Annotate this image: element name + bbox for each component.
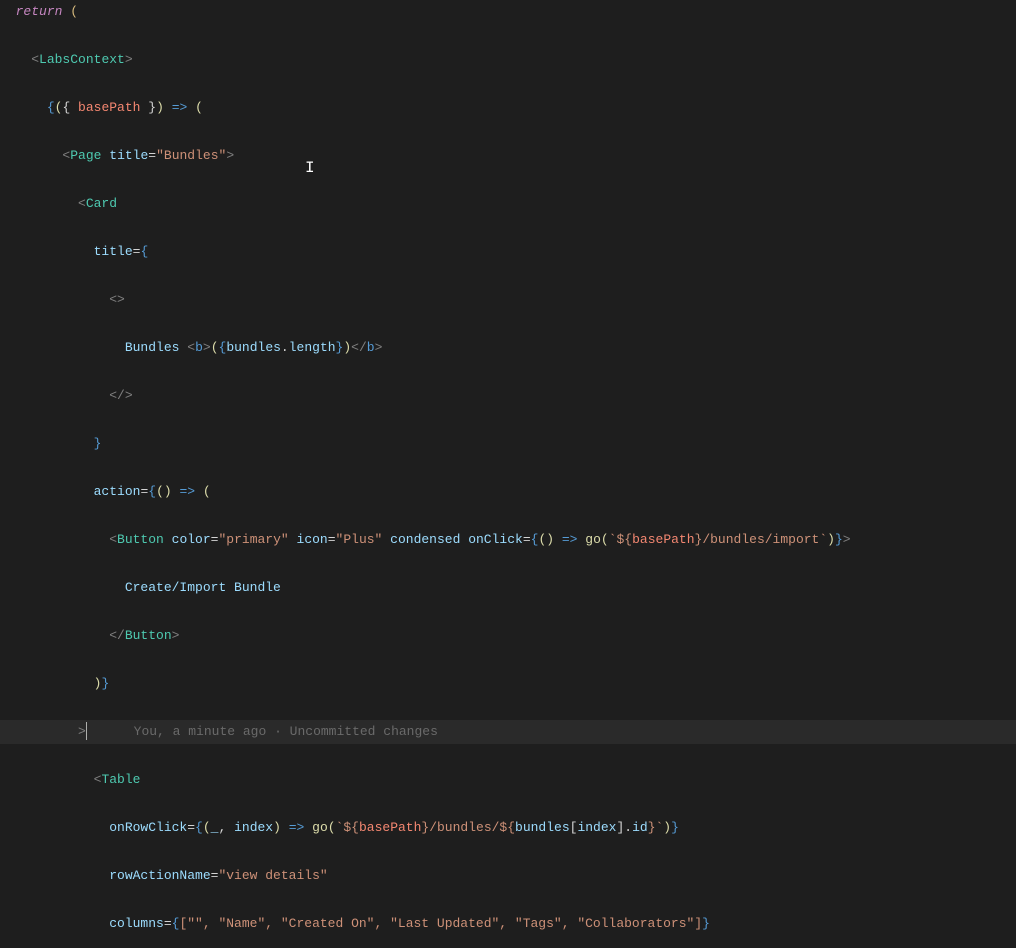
code-line[interactable]: <Card [0,192,1016,216]
code-line[interactable]: } [0,432,1016,456]
code-line[interactable]: title={ [0,240,1016,264]
code-line[interactable]: return ( [0,0,1016,24]
code-line[interactable]: <Table [0,768,1016,792]
code-line[interactable]: columns={["", "Name", "Created On", "Las… [0,912,1016,936]
code-line[interactable]: </> [0,384,1016,408]
code-line[interactable]: onRowClick={(_, index) => go(`${basePath… [0,816,1016,840]
code-line[interactable]: <> [0,288,1016,312]
code-line[interactable]: <Page title="Bundles"> [0,144,1016,168]
code-line[interactable]: action={() => ( [0,480,1016,504]
code-editor[interactable]: return ( <LabsContext> {({ basePath }) =… [0,0,1016,948]
code-line[interactable]: Create/Import Bundle [0,576,1016,600]
git-blame-annotation: You, a minute ago · Uncommitted changes [134,724,438,739]
code-line[interactable]: </Button> [0,624,1016,648]
code-line[interactable]: Bundles <b>({bundles.length})</b> [0,336,1016,360]
text-caret [86,722,87,740]
code-line[interactable]: )} [0,672,1016,696]
code-line[interactable]: <Button color="primary" icon="Plus" cond… [0,528,1016,552]
code-line[interactable]: {({ basePath }) => ( [0,96,1016,120]
code-line[interactable]: <LabsContext> [0,48,1016,72]
code-line[interactable]: rowActionName="view details" [0,864,1016,888]
code-line-active[interactable]: > You, a minute ago · Uncommitted change… [0,720,1016,744]
